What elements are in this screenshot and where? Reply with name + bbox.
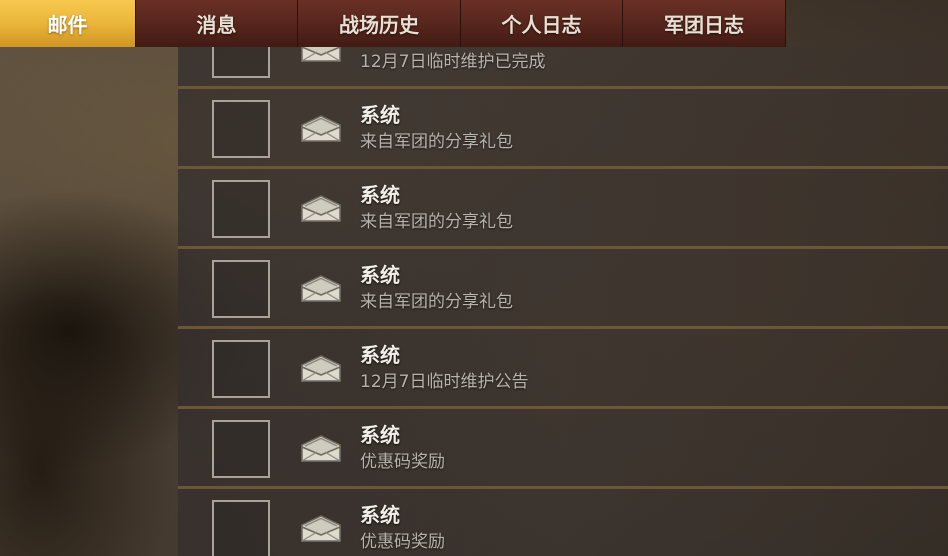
mail-subject: 优惠码奖励	[360, 452, 445, 472]
mail-sender: 系统	[360, 503, 400, 527]
select-checkbox[interactable]	[212, 100, 270, 158]
select-checkbox[interactable]	[212, 420, 270, 478]
mail-sender: 系统	[360, 263, 400, 287]
tab-mail[interactable]: 邮件	[0, 0, 136, 47]
tab-battle-history[interactable]: 战场历史	[298, 0, 461, 47]
mail-subject: 来自军团的分享礼包	[360, 132, 513, 152]
tab-legion-log[interactable]: 军团日志	[623, 0, 786, 47]
envelope-open-icon	[301, 435, 341, 462]
mail-row-0[interactable]: 系统 12月7日临时维护已完成	[178, 47, 948, 89]
tab-bar: 邮件 消息 战场历史 个人日志 军团日志	[0, 0, 948, 47]
envelope-open-icon	[301, 195, 341, 222]
tab-bar-filler	[786, 0, 948, 47]
envelope-open-icon	[301, 515, 341, 542]
mail-sender: 系统	[360, 183, 400, 207]
mail-subject: 来自军团的分享礼包	[360, 212, 513, 232]
select-checkbox[interactable]	[212, 47, 270, 78]
mail-subject: 12月7日临时维护已完成	[360, 52, 546, 72]
mail-sender: 系统	[360, 423, 400, 447]
mail-row-1[interactable]: 系统 来自军团的分享礼包	[178, 89, 948, 169]
envelope-open-icon	[301, 275, 341, 302]
mail-row-4[interactable]: 系统 12月7日临时维护公告	[178, 329, 948, 409]
select-checkbox[interactable]	[212, 340, 270, 398]
mail-subject: 来自军团的分享礼包	[360, 292, 513, 312]
envelope-open-icon	[301, 47, 341, 62]
mail-row-5[interactable]: 系统 优惠码奖励	[178, 409, 948, 489]
tab-personal-log[interactable]: 个人日志	[461, 0, 623, 47]
mail-subject: 12月7日临时维护公告	[360, 372, 529, 392]
mail-row-3[interactable]: 系统 来自军团的分享礼包	[178, 249, 948, 329]
select-checkbox[interactable]	[212, 260, 270, 318]
tab-messages[interactable]: 消息	[136, 0, 298, 47]
mail-row-6[interactable]: 系统 优惠码奖励	[178, 489, 948, 556]
mail-list[interactable]: 系统 12月7日临时维护已完成 系统 来自军团的分享礼包 系统 来自军团的分享礼…	[178, 47, 948, 556]
mail-sender: 系统	[360, 343, 400, 367]
envelope-open-icon	[301, 115, 341, 142]
envelope-open-icon	[301, 355, 341, 382]
mail-subject: 优惠码奖励	[360, 532, 445, 552]
select-checkbox[interactable]	[212, 500, 270, 556]
mail-row-2[interactable]: 系统 来自军团的分享礼包	[178, 169, 948, 249]
select-checkbox[interactable]	[212, 180, 270, 238]
mail-sender: 系统	[360, 103, 400, 127]
